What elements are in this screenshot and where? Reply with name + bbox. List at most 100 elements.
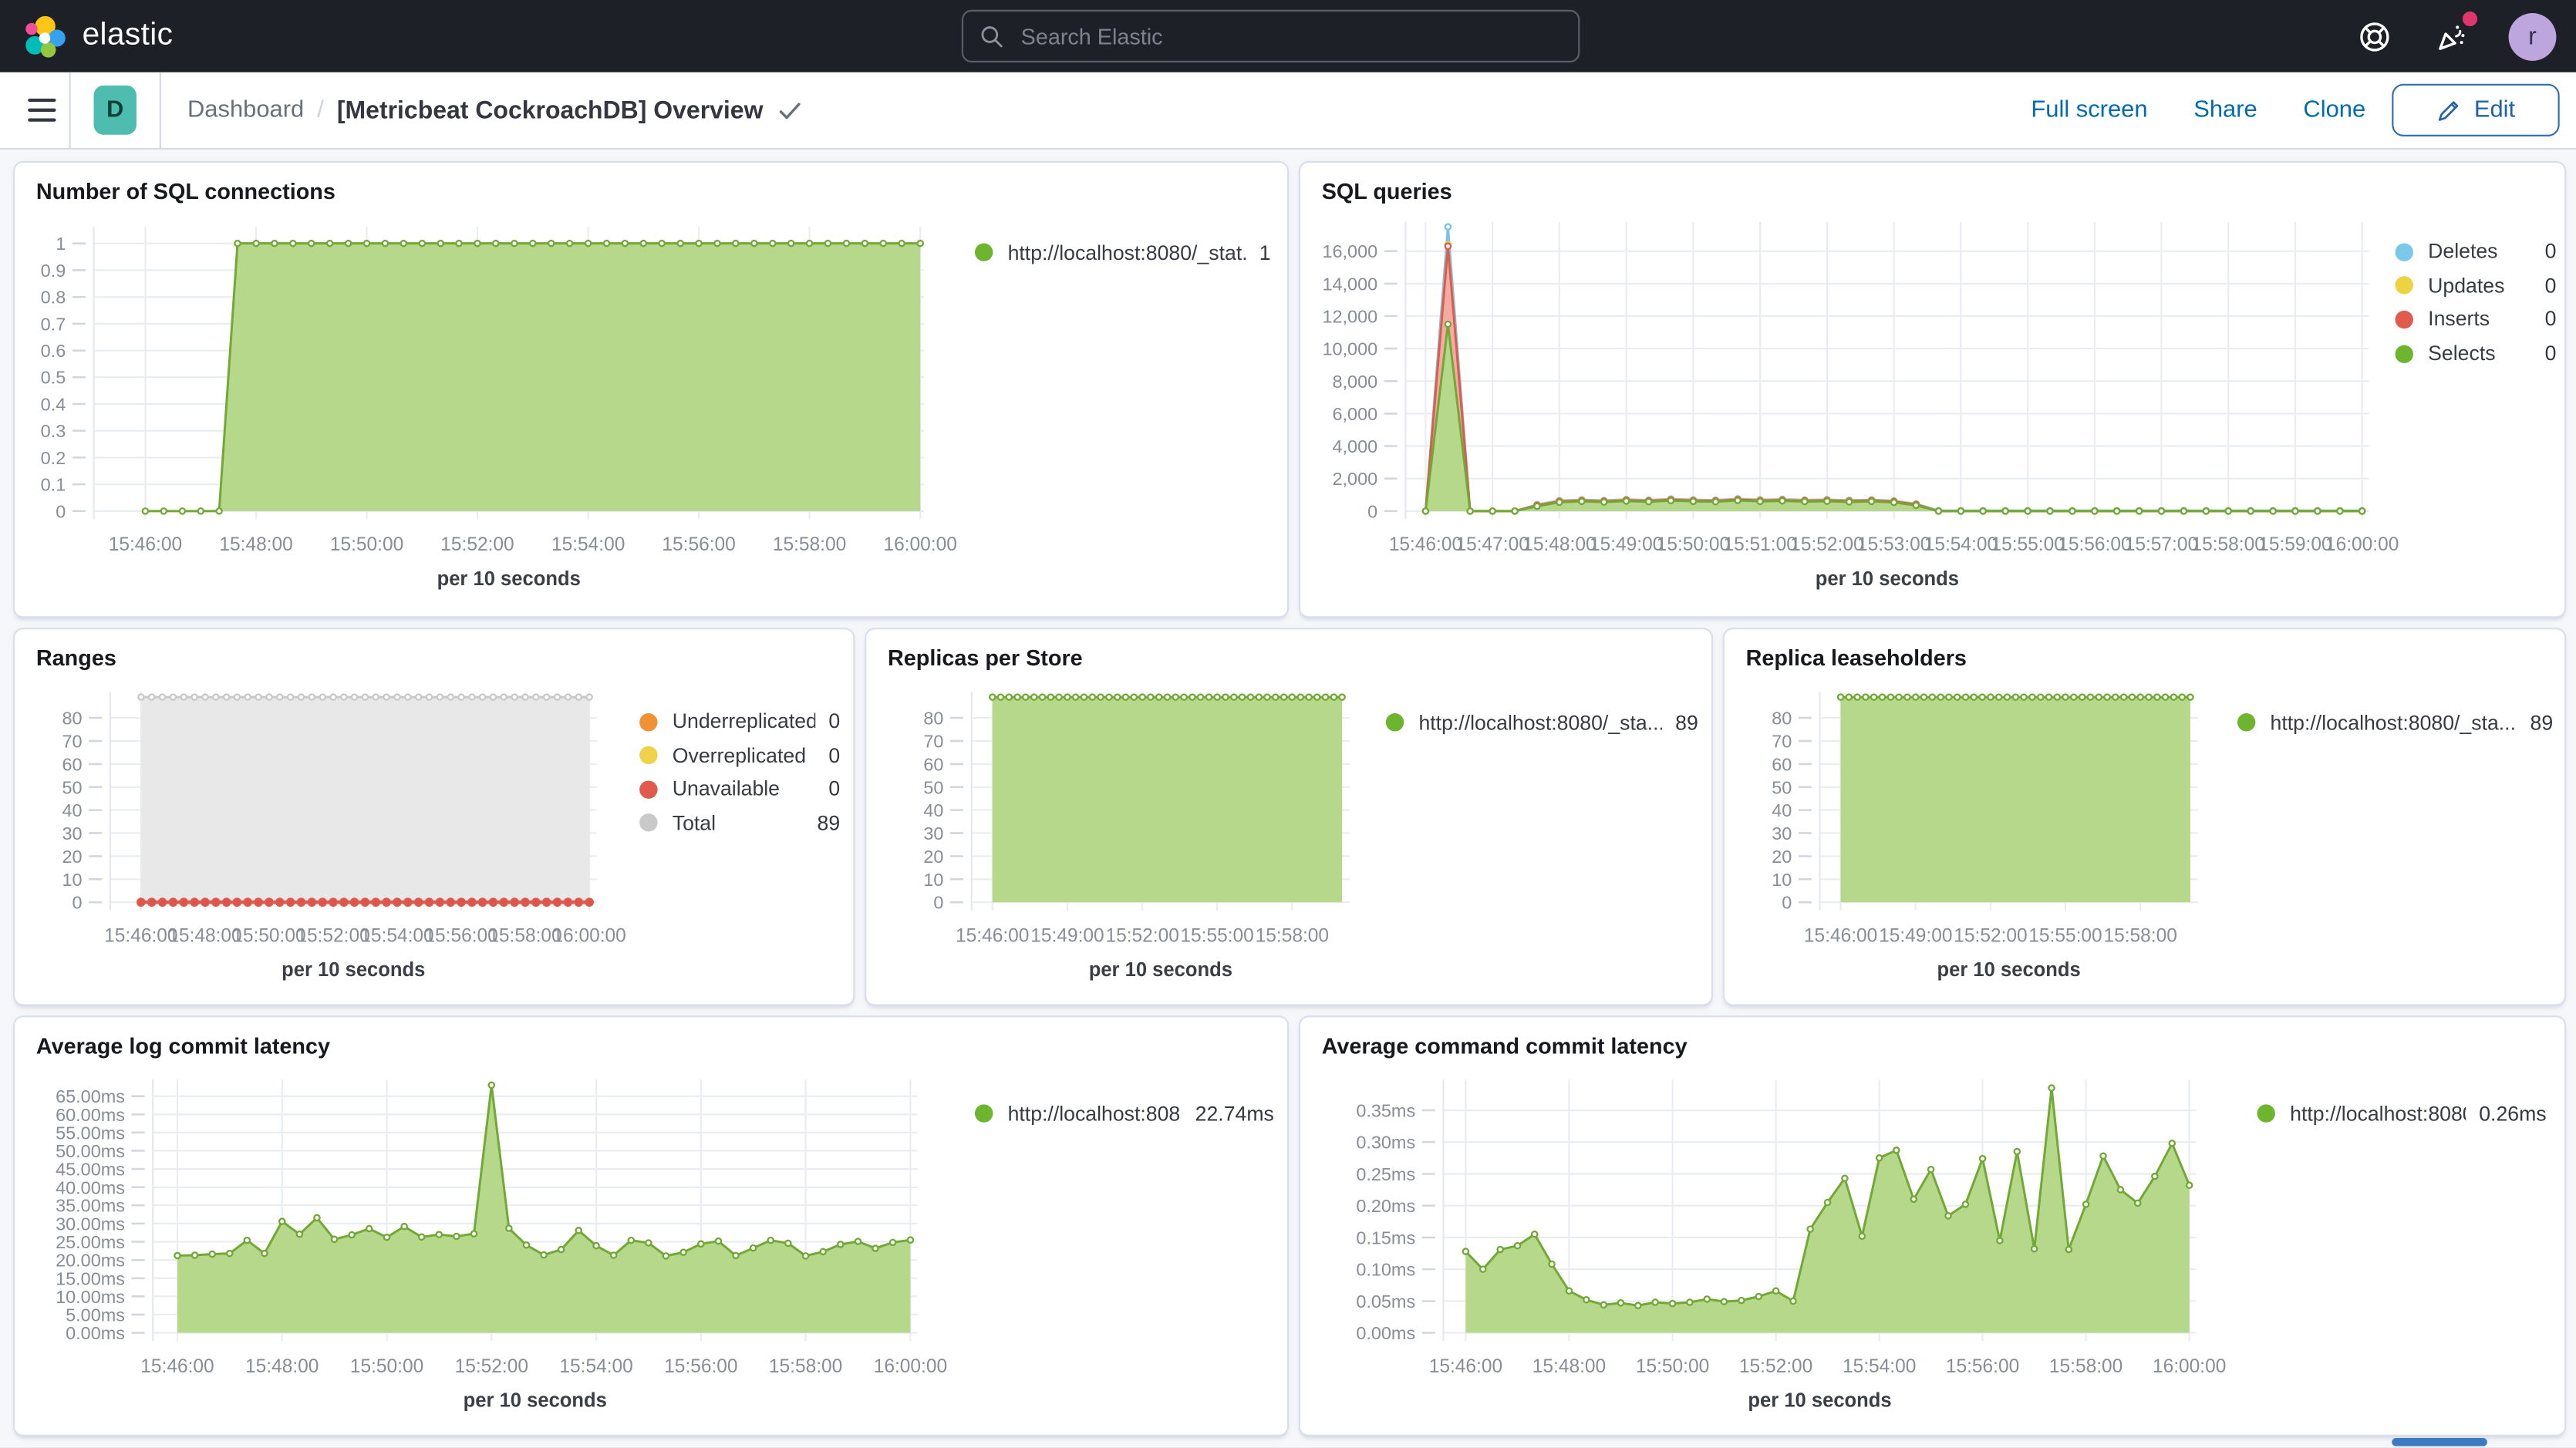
clone-button[interactable]: Clone: [2303, 97, 2365, 123]
legend-item[interactable]: http://localhost:8080/_sta...89: [1386, 705, 1698, 739]
page-title[interactable]: [Metricbeat CockroachDB] Overview: [337, 96, 764, 124]
replica-leaseholders-chart: 0102030405060708015:46:0015:49:0015:52:0…: [1725, 629, 2564, 1004]
share-button[interactable]: Share: [2193, 97, 2257, 123]
svg-text:10,000: 10,000: [1322, 339, 1377, 359]
toolbar-actions: Full screen Share Clone: [2031, 97, 2365, 123]
notification-dot: [2463, 12, 2477, 26]
svg-text:15:50:00: 15:50:00: [330, 534, 403, 555]
legend-item[interactable]: Unavailable0: [639, 773, 840, 807]
svg-text:8,000: 8,000: [1333, 372, 1378, 392]
legend-label: Unavailable: [673, 778, 780, 801]
search-input[interactable]: [1017, 22, 1562, 50]
svg-text:0.1: 0.1: [41, 475, 66, 495]
x-axis-label: per 10 seconds: [972, 958, 1350, 982]
svg-text:15:55:00: 15:55:00: [2028, 925, 2102, 946]
legend-label: Underreplicated: [673, 710, 816, 733]
svg-text:15:58:00: 15:58:00: [1256, 925, 1329, 946]
svg-text:15:50:00: 15:50:00: [350, 1356, 423, 1377]
legend-value: 0: [2532, 342, 2557, 365]
svg-text:15:58:00: 15:58:00: [2049, 1356, 2123, 1377]
legend-dot-icon: [975, 243, 993, 261]
svg-text:15:56:00: 15:56:00: [2058, 534, 2131, 555]
svg-text:0.10ms: 0.10ms: [1356, 1260, 1415, 1280]
legend-item[interactable]: http://localhost:8080/_sta...89: [2237, 705, 2553, 739]
svg-text:15:49:00: 15:49:00: [1590, 534, 1663, 555]
chart-legend: Deletes0Updates0Inserts0Selects0: [2396, 235, 2557, 371]
legend-dot-icon: [2257, 1104, 2274, 1122]
legend-label: Updates: [2428, 274, 2504, 298]
x-axis-label: per 10 seconds: [153, 1389, 917, 1412]
global-search[interactable]: [962, 10, 1580, 62]
svg-text:15:54:00: 15:54:00: [1843, 1356, 1916, 1377]
legend-item[interactable]: Total89: [639, 806, 840, 840]
edit-button-label: Edit: [2474, 97, 2515, 123]
legend-label: Selects: [2428, 342, 2495, 365]
svg-text:80: 80: [923, 709, 943, 729]
svg-text:0.15ms: 0.15ms: [1356, 1228, 1415, 1248]
dashboard-app-badge[interactable]: D: [93, 86, 136, 135]
svg-text:20: 20: [923, 847, 943, 867]
pencil-icon: [2436, 98, 2461, 123]
menu-icon[interactable]: [13, 83, 69, 138]
legend-label: http://localhost:8080/_sta...: [2271, 711, 2516, 734]
legend-item[interactable]: Inserts0: [2396, 303, 2557, 337]
svg-text:16:00:00: 16:00:00: [552, 925, 625, 946]
legend-item[interactable]: http://localhost:8080...0.26ms: [2257, 1096, 2546, 1131]
legend-item[interactable]: Underreplicated0: [639, 705, 840, 739]
svg-text:70: 70: [923, 732, 943, 752]
svg-text:15:58:00: 15:58:00: [2192, 534, 2265, 555]
user-avatar[interactable]: r: [2509, 12, 2557, 60]
svg-text:20.00ms: 20.00ms: [56, 1251, 125, 1271]
title-check-icon[interactable]: [778, 99, 803, 121]
scrollbar-thumb[interactable]: [2392, 1438, 2487, 1446]
svg-text:60: 60: [923, 754, 943, 774]
svg-text:0.8: 0.8: [41, 288, 66, 308]
svg-text:0.3: 0.3: [41, 421, 66, 441]
svg-text:15:54:00: 15:54:00: [551, 534, 625, 555]
svg-text:14,000: 14,000: [1322, 274, 1377, 294]
svg-text:15:56:00: 15:56:00: [662, 534, 735, 555]
svg-text:50: 50: [62, 777, 82, 797]
full-screen-button[interactable]: Full screen: [2031, 97, 2147, 123]
svg-text:15:55:00: 15:55:00: [1991, 534, 2064, 555]
legend-value: 0: [2532, 241, 2557, 264]
svg-text:15:48:00: 15:48:00: [1522, 534, 1596, 555]
global-header: elastic: [0, 0, 2576, 72]
x-axis-label: per 10 seconds: [1820, 958, 2198, 982]
svg-text:0: 0: [1367, 501, 1377, 521]
news-announcements-icon[interactable]: [2431, 16, 2470, 56]
legend-value: 89: [2517, 711, 2553, 734]
chart-legend: http://localhost:8080/_sta...89: [2237, 705, 2553, 739]
help-icon[interactable]: [2354, 16, 2393, 56]
legend-value: 1: [1246, 241, 1271, 264]
svg-text:15:52:00: 15:52:00: [1954, 925, 2027, 946]
svg-text:15.00ms: 15.00ms: [56, 1268, 125, 1288]
svg-text:70: 70: [1772, 732, 1792, 752]
sql-queries-chart: 02,0004,0006,0008,00010,00012,00014,0001…: [1300, 163, 2564, 616]
svg-text:0.35ms: 0.35ms: [1356, 1101, 1415, 1121]
header-right-controls: r: [2354, 0, 2556, 72]
edit-button[interactable]: Edit: [2392, 84, 2559, 136]
legend-item[interactable]: Updates0: [2396, 269, 2557, 303]
svg-text:0: 0: [933, 893, 943, 913]
breadcrumb: Dashboard / [Metricbeat CockroachDB] Ove…: [187, 96, 803, 124]
breadcrumb-dashboard-link[interactable]: Dashboard: [187, 97, 304, 123]
elastic-logo[interactable]: elastic: [0, 14, 173, 59]
legend-item[interactable]: Deletes0: [2396, 235, 2557, 269]
legend-item[interactable]: Selects 0: [2396, 336, 2557, 370]
svg-text:0.4: 0.4: [41, 394, 66, 414]
legend-item[interactable]: http://localhost:8080/_stat...1: [975, 235, 1271, 270]
svg-text:15:54:00: 15:54:00: [360, 925, 433, 946]
svg-text:15:51:00: 15:51:00: [1723, 534, 1796, 555]
svg-text:16:00:00: 16:00:00: [2153, 1356, 2226, 1377]
brand-wordmark: elastic: [83, 18, 174, 54]
svg-text:20: 20: [1772, 847, 1792, 867]
legend-item[interactable]: Overreplicated0: [639, 739, 840, 773]
svg-text:15:58:00: 15:58:00: [488, 925, 561, 946]
kibana-app: elastic: [0, 0, 2576, 1448]
legend-dot-icon: [639, 814, 657, 832]
svg-text:0: 0: [1782, 893, 1792, 913]
legend-item[interactable]: http://localhost:808...22.74ms: [975, 1096, 1274, 1131]
legend-value: 89: [1662, 711, 1698, 734]
legend-dot-icon: [2237, 713, 2255, 731]
